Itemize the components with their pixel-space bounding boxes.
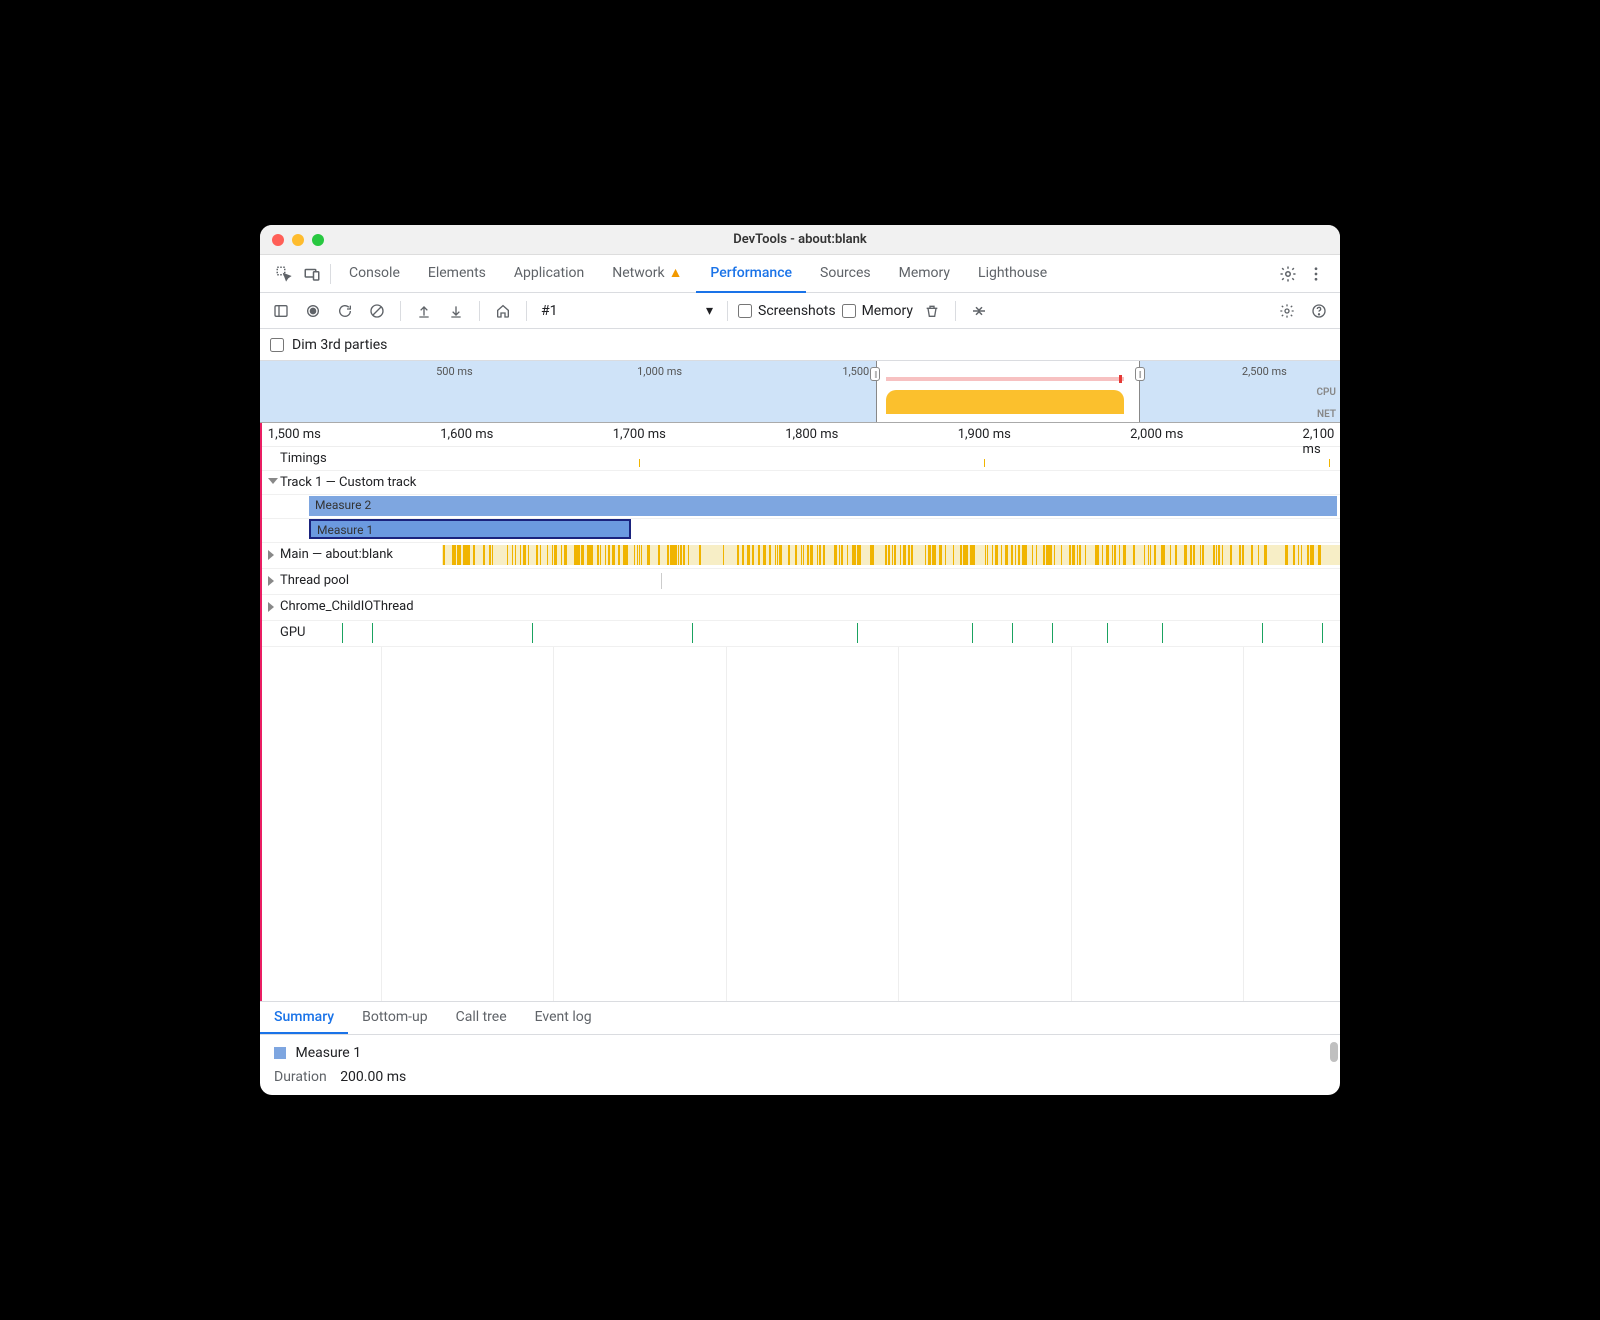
ruler-tick: 1,700 ms — [613, 427, 666, 442]
timing-marker — [1329, 459, 1330, 467]
dim-3rd-parties-checkbox[interactable] — [270, 338, 284, 352]
tab-network[interactable]: Network ▲ — [598, 255, 696, 293]
ruler-tick: 1,800 ms — [785, 427, 838, 442]
measure-1-row[interactable]: Measure 1 — [262, 519, 1340, 543]
record-icon[interactable] — [300, 298, 326, 324]
track-timings[interactable]: Timings — [262, 447, 1340, 471]
track-timings-label: Timings — [262, 447, 333, 470]
warning-icon: ▲ — [669, 264, 683, 281]
help-icon[interactable] — [1306, 298, 1332, 324]
window-title: DevTools - about:blank — [260, 232, 1340, 247]
measure-2-bar[interactable]: Measure 2 — [309, 496, 1337, 516]
dtab-eventlog[interactable]: Event log — [521, 1002, 606, 1034]
tab-console[interactable]: Console — [335, 255, 414, 293]
tab-performance[interactable]: Performance — [696, 255, 806, 293]
track-main[interactable]: Main — about:blank — [262, 543, 1340, 569]
measure-2-row[interactable]: Measure 2 — [262, 495, 1340, 519]
cpu-track-label: CPU — [1316, 387, 1336, 398]
tab-memory[interactable]: Memory — [885, 255, 964, 293]
track-main-label: Main — about:blank — [262, 543, 401, 566]
selection-title: Measure 1 — [295, 1045, 361, 1061]
timing-marker — [639, 459, 640, 467]
screenshots-checkbox[interactable]: Screenshots — [738, 303, 836, 319]
memory-checkbox-label: Memory — [862, 303, 913, 319]
overview-handle-right[interactable] — [1135, 367, 1145, 381]
overview-long-task-bar — [886, 377, 1124, 381]
measure-1-bar[interactable]: Measure 1 — [309, 519, 631, 539]
duration-row: Duration 200.00 ms — [274, 1069, 1326, 1085]
threadpool-marker — [661, 573, 662, 589]
dtab-summary[interactable]: Summary — [260, 1002, 348, 1034]
dtab-bottomup[interactable]: Bottom-up — [348, 1002, 441, 1034]
memory-checkbox[interactable]: Memory — [842, 303, 913, 319]
shortcuts-icon[interactable] — [966, 298, 992, 324]
track-childio-label: Chrome_ChildIOThread — [262, 595, 420, 618]
flame-empty-area[interactable] — [262, 647, 1340, 1001]
ruler-tick: 1,500 ms — [268, 427, 321, 442]
flame-chart[interactable]: 1,500 ms 1,600 ms 1,700 ms 1,800 ms 1,90… — [260, 423, 1340, 1001]
tab-sources[interactable]: Sources — [806, 255, 885, 293]
ruler-tick: 1,900 ms — [958, 427, 1011, 442]
duration-value: 200.00 ms — [340, 1069, 406, 1085]
upload-icon[interactable] — [411, 298, 437, 324]
track-threadpool[interactable]: Thread pool — [262, 569, 1340, 595]
settings-gear-icon[interactable] — [1274, 260, 1302, 288]
overview-cpu-flame — [886, 390, 1124, 414]
selection-color-swatch — [274, 1047, 286, 1059]
track-custom-1-label: Track 1 — Custom track — [262, 471, 422, 494]
details-drawer: Summary Bottom-up Call tree Event log Me… — [260, 1001, 1340, 1095]
toggle-sidebar-icon[interactable] — [268, 298, 294, 324]
dtab-calltree[interactable]: Call tree — [442, 1002, 521, 1034]
gc-icon[interactable] — [919, 298, 945, 324]
details-tab-strip: Summary Bottom-up Call tree Event log — [260, 1002, 1340, 1035]
inspect-icon[interactable] — [270, 260, 298, 288]
timing-marker — [984, 459, 985, 467]
performance-toolbar: #1 ▾ Screenshots Memory — [260, 293, 1340, 329]
details-body: Measure 1 Duration 200.00 ms — [260, 1035, 1340, 1095]
dim-3rd-parties-label: Dim 3rd parties — [292, 337, 387, 353]
duration-label: Duration — [274, 1069, 327, 1085]
recording-name: #1 — [541, 303, 558, 319]
devtools-window: DevTools - about:blank Console Elements … — [260, 225, 1340, 1095]
dropdown-icon: ▾ — [706, 303, 713, 319]
recording-selector[interactable]: #1 ▾ — [537, 303, 717, 319]
download-icon[interactable] — [443, 298, 469, 324]
tab-application[interactable]: Application — [500, 255, 598, 293]
dim-3rd-parties-row: Dim 3rd parties — [260, 329, 1340, 361]
reload-icon[interactable] — [332, 298, 358, 324]
screenshots-label: Screenshots — [758, 303, 836, 319]
tab-elements[interactable]: Elements — [414, 255, 500, 293]
selection-title-row: Measure 1 — [274, 1045, 1326, 1061]
track-gpu-label: GPU — [262, 621, 312, 644]
scrollbar[interactable] — [1330, 1042, 1338, 1062]
overview-handle-left[interactable] — [870, 367, 880, 381]
overview-tick: 1,000 ms — [637, 365, 682, 378]
titlebar: DevTools - about:blank — [260, 225, 1340, 255]
ruler: 1,500 ms 1,600 ms 1,700 ms 1,800 ms 1,90… — [262, 423, 1340, 447]
home-icon[interactable] — [490, 298, 516, 324]
track-gpu[interactable]: GPU — [262, 621, 1340, 647]
capture-settings-icon[interactable] — [1274, 298, 1300, 324]
more-menu-icon[interactable] — [1302, 260, 1330, 288]
overview-tick: 500 ms — [436, 365, 473, 378]
track-threadpool-label: Thread pool — [262, 569, 355, 592]
ruler-tick: 1,600 ms — [440, 427, 493, 442]
track-custom-1[interactable]: Track 1 — Custom track — [262, 471, 1340, 495]
overview-long-task-end — [1119, 375, 1122, 383]
clear-icon[interactable] — [364, 298, 390, 324]
overview-timeline[interactable]: 500 ms 1,000 ms 1,500 ms 2,000 ms 2,500 … — [260, 361, 1340, 423]
overview-tick: 2,500 ms — [1242, 365, 1287, 378]
tab-network-label: Network — [612, 265, 664, 281]
tab-lighthouse[interactable]: Lighthouse — [964, 255, 1061, 293]
device-toolbar-icon[interactable] — [298, 260, 326, 288]
devtools-tab-strip: Console Elements Application Network ▲ P… — [260, 255, 1340, 293]
net-track-label: NET — [1317, 409, 1336, 420]
ruler-tick: 2,000 ms — [1130, 427, 1183, 442]
track-childio[interactable]: Chrome_ChildIOThread — [262, 595, 1340, 621]
